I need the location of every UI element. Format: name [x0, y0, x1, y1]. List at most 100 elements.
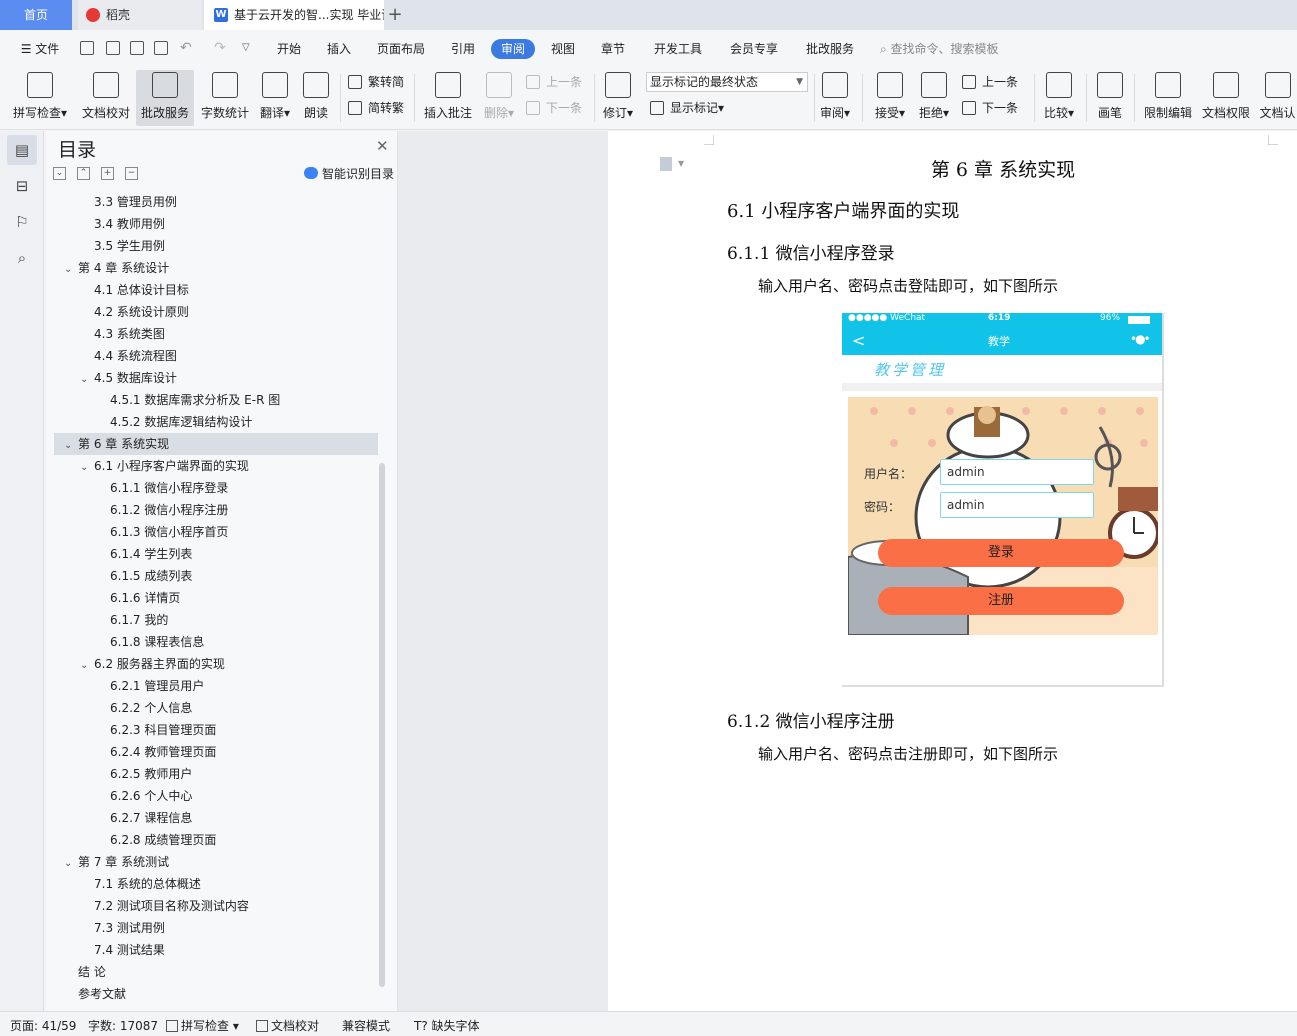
tab-document[interactable]: W 基于云开发的智...实现 毕业论: [204, 0, 384, 30]
toc-item[interactable]: 4.4 系统流程图: [54, 345, 378, 367]
pen-button[interactable]: 画笔: [1092, 70, 1128, 126]
restrict-editing-button[interactable]: 限制编辑: [1140, 70, 1196, 126]
status-spell-check[interactable]: 拼写检查 ▾: [166, 1017, 239, 1034]
doc-cert-button[interactable]: 文档认: [1258, 70, 1297, 126]
toc-item[interactable]: 6.1.6 详情页: [54, 587, 378, 609]
toc-item[interactable]: 4.5.1 数据库需求分析及 E-R 图: [54, 389, 378, 411]
toc-item[interactable]: 6.2.6 个人中心: [54, 785, 378, 807]
toc-item[interactable]: 6.1.8 课程表信息: [54, 631, 378, 653]
chevron-down-icon[interactable]: ⌄: [64, 259, 78, 281]
add-level-icon[interactable]: +: [101, 167, 114, 180]
menu-page-layout[interactable]: 页面布局: [372, 39, 430, 59]
toc-item[interactable]: 参考文献: [54, 983, 378, 1005]
expand-all-icon[interactable]: ⌃: [77, 167, 90, 180]
trad-to-simp-button[interactable]: 繁转简: [348, 72, 404, 92]
customize-dropdown-icon[interactable]: ▽: [242, 42, 250, 53]
toc-item[interactable]: 6.2.2 个人信息: [54, 697, 378, 719]
page-counter[interactable]: 页面: 41/59: [10, 1017, 76, 1034]
menu-member[interactable]: 会员专享: [724, 39, 784, 59]
toc-item[interactable]: 6.1.4 学生列表: [54, 543, 378, 565]
toc-item[interactable]: 6.2.1 管理员用户: [54, 675, 378, 697]
toc-item[interactable]: 4.5.2 数据库逻辑结构设计: [54, 411, 378, 433]
toc-item[interactable]: 结 论: [54, 961, 378, 983]
menu-home[interactable]: 开始: [270, 39, 308, 59]
prev-change-button[interactable]: 上一条: [962, 72, 1018, 92]
menu-review[interactable]: 审阅: [491, 39, 535, 59]
tab-daoke[interactable]: 稻壳: [78, 0, 202, 30]
export-pdf-icon[interactable]: [106, 41, 120, 55]
toc-item[interactable]: ⌄ 第 6 章 系统实现: [54, 433, 378, 455]
remove-level-icon[interactable]: −: [125, 167, 138, 180]
menu-correction[interactable]: 批改服务: [800, 39, 860, 59]
prev-comment-button[interactable]: 上一条: [526, 72, 582, 92]
show-markup-button[interactable]: 显示标记▾: [650, 98, 724, 118]
toc-item[interactable]: 6.2.4 教师管理页面: [54, 741, 378, 763]
toc-item[interactable]: 6.2.7 课程信息: [54, 807, 378, 829]
new-tab-button[interactable]: +: [386, 0, 404, 30]
toc-item[interactable]: 6.1.2 微信小程序注册: [54, 499, 378, 521]
reject-button[interactable]: 拒绝▾: [914, 70, 954, 126]
close-icon[interactable]: ✕: [376, 137, 389, 155]
toc-item[interactable]: ⌄ 6.1 小程序客户端界面的实现: [54, 455, 378, 477]
toc-item[interactable]: 4.2 系统设计原则: [54, 301, 378, 323]
proofread-button[interactable]: 文档校对: [78, 70, 134, 126]
menu-developer[interactable]: 开发工具: [648, 39, 708, 59]
toc-item[interactable]: ⌄ 6.2 服务器主界面的实现: [54, 653, 378, 675]
chevron-down-icon[interactable]: ⌄: [64, 435, 78, 457]
menu-references[interactable]: 引用: [444, 39, 482, 59]
redo-icon[interactable]: ↷: [214, 40, 226, 56]
toc-item[interactable]: 6.2.8 成绩管理页面: [54, 829, 378, 851]
track-changes-button[interactable]: 修订▾: [598, 70, 638, 126]
toc-panel-button[interactable]: ▤: [7, 135, 37, 165]
toc-item[interactable]: 4.3 系统类图: [54, 323, 378, 345]
save-icon[interactable]: [80, 41, 94, 55]
chapter-nav-button[interactable]: ⊟: [7, 171, 37, 201]
missing-font[interactable]: T? 缺失字体: [414, 1017, 480, 1034]
chevron-down-icon[interactable]: ⌄: [80, 655, 94, 677]
toc-item[interactable]: 7.3 测试用例: [54, 917, 378, 939]
insert-comment-button[interactable]: 插入批注: [420, 70, 476, 126]
word-count[interactable]: 字数: 17087: [88, 1017, 158, 1034]
toc-item[interactable]: ⌄ 第 4 章 系统设计: [54, 257, 378, 279]
smart-toc-button[interactable]: 智能识别目录: [304, 165, 394, 182]
toc-item[interactable]: 6.1.7 我的: [54, 609, 378, 631]
undo-icon[interactable]: ↶: [180, 40, 192, 56]
toc-item[interactable]: ⌄ 第 7 章 系统测试: [54, 851, 378, 873]
correction-service-button[interactable]: 批改服务: [136, 70, 194, 126]
simp-to-trad-button[interactable]: 简转繁: [348, 98, 404, 118]
toc-item[interactable]: 7.4 测试结果: [54, 939, 378, 961]
collapse-all-icon[interactable]: ⌄: [53, 167, 66, 180]
bookmark-button[interactable]: ⚐: [7, 207, 37, 237]
compare-button[interactable]: 比较▾: [1040, 70, 1078, 126]
word-count-button[interactable]: 字数统计: [198, 70, 252, 126]
find-button[interactable]: ⌕: [7, 243, 37, 273]
toc-item[interactable]: 6.1.1 微信小程序登录: [54, 477, 378, 499]
command-search[interactable]: ⌕ 查找命令、搜索模板: [880, 39, 999, 59]
toc-item[interactable]: 6.2.5 教师用户: [54, 763, 378, 785]
toc-item[interactable]: 6.1.5 成绩列表: [54, 565, 378, 587]
review-pane-button[interactable]: 审阅▾: [816, 70, 854, 126]
toc-item[interactable]: 3.4 教师用例: [54, 213, 378, 235]
read-aloud-button[interactable]: 朗读: [298, 70, 334, 126]
translate-button[interactable]: 翻译▾: [256, 70, 294, 126]
toc-item[interactable]: 3.5 学生用例: [54, 235, 378, 257]
menu-section[interactable]: 章节: [594, 39, 632, 59]
chevron-down-icon[interactable]: ⌄: [64, 853, 78, 875]
next-change-button[interactable]: 下一条: [962, 98, 1018, 118]
chevron-down-icon[interactable]: ⌄: [80, 457, 94, 479]
markup-state-select[interactable]: 显示标记的最终状态 ▼: [646, 72, 808, 92]
toc-item[interactable]: 7.1 系统的总体概述: [54, 873, 378, 895]
toc-item[interactable]: 3.3 管理员用例: [54, 191, 378, 213]
print-preview-icon[interactable]: [154, 41, 168, 55]
spell-check-button[interactable]: 拼写检查▾: [8, 70, 72, 126]
toc-item[interactable]: 6.2.3 科目管理页面: [54, 719, 378, 741]
doc-permission-button[interactable]: 文档权限: [1198, 70, 1254, 126]
next-comment-button[interactable]: 下一条: [526, 98, 582, 118]
toc-item[interactable]: ⌄ 4.5 数据库设计: [54, 367, 378, 389]
menu-insert[interactable]: 插入: [320, 39, 358, 59]
toc-item[interactable]: 6.1.3 微信小程序首页: [54, 521, 378, 543]
tab-home[interactable]: 首页: [0, 0, 72, 30]
toc-item[interactable]: 7.2 测试项目名称及测试内容: [54, 895, 378, 917]
print-icon[interactable]: [130, 41, 144, 55]
accept-button[interactable]: 接受▾: [870, 70, 910, 126]
